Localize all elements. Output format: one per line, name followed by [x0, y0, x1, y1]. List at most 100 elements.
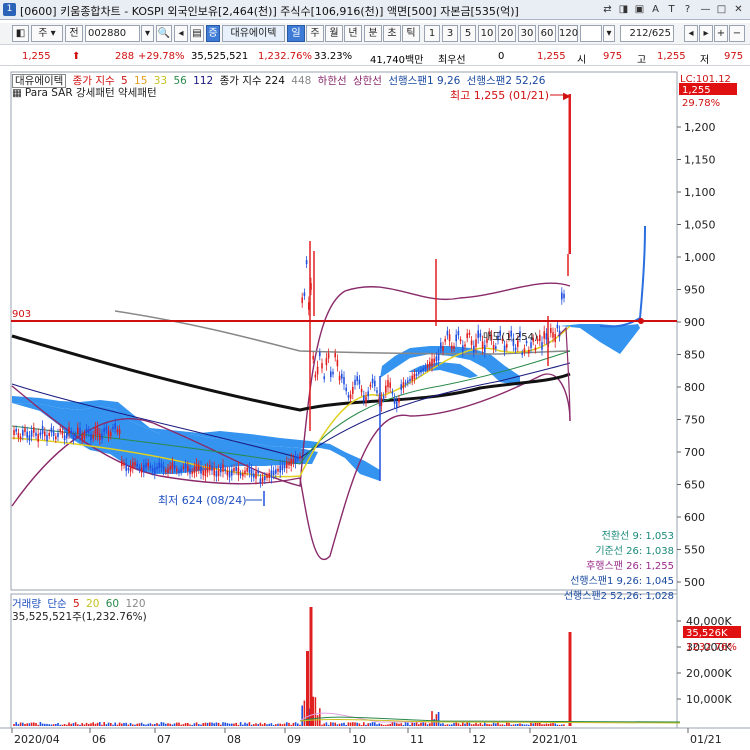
sound-icon[interactable]: ◂	[174, 25, 188, 42]
chart-icon[interactable]: ◨	[616, 2, 631, 17]
volume-bar	[206, 722, 209, 726]
candle-body	[264, 476, 266, 481]
y-tick-label: 900	[684, 316, 705, 329]
period-second[interactable]: 초	[383, 25, 401, 42]
volume-bar	[121, 723, 123, 726]
volume-bar	[354, 722, 356, 726]
candle-body	[94, 427, 97, 435]
volume-spike-bar	[309, 607, 313, 726]
minimize-icon[interactable]: —	[698, 2, 713, 17]
volume-bar	[314, 697, 317, 726]
volume-bar	[490, 724, 493, 726]
close-icon[interactable]: ✕	[731, 2, 746, 17]
font-icon[interactable]: A	[648, 2, 663, 17]
volume-bar	[242, 724, 244, 726]
legend-ma-56: 56	[173, 75, 187, 87]
volume-bar	[330, 722, 332, 726]
interval-1[interactable]: 1	[424, 25, 440, 42]
text-icon[interactable]: T	[664, 2, 679, 17]
candle-body	[46, 434, 48, 442]
window-icon[interactable]: ▣	[632, 2, 647, 17]
volume-bar	[398, 723, 400, 726]
volume-bar	[325, 722, 328, 726]
volume-bar	[160, 722, 163, 726]
interval-20[interactable]: 20	[498, 25, 516, 42]
candle-body	[178, 470, 180, 474]
stock-code-input[interactable]: 002880	[85, 25, 140, 42]
candle-body	[528, 350, 530, 354]
volume-bar	[391, 722, 394, 726]
mode-select[interactable]: 주 ▾	[31, 25, 63, 42]
candle-body	[239, 473, 242, 476]
interval-5[interactable]: 5	[460, 25, 476, 42]
volume-bar	[123, 722, 125, 726]
search-icon[interactable]: 🔍	[156, 25, 172, 42]
candle-body	[143, 464, 145, 472]
link-icon[interactable]: ⇄	[600, 2, 615, 17]
volume-bar	[154, 723, 156, 726]
candle-body	[470, 340, 473, 346]
candle-body	[213, 467, 215, 476]
volume-bar	[418, 724, 420, 726]
candle-body	[202, 470, 204, 476]
code-dropdown-icon[interactable]: ▾	[141, 25, 154, 42]
interval-30[interactable]: 30	[518, 25, 536, 42]
y-tick-label: 650	[684, 479, 705, 492]
volume-bar	[127, 724, 130, 726]
volume-bar	[66, 724, 68, 726]
period-week[interactable]: 주	[306, 25, 324, 42]
volume-bar	[426, 724, 429, 726]
volume-bar	[143, 724, 145, 726]
candle-body	[279, 465, 281, 473]
volume-bar	[244, 722, 246, 726]
period-day[interactable]: 일	[287, 25, 305, 42]
list-icon[interactable]: ▤	[190, 25, 204, 42]
volume-bar	[396, 723, 398, 726]
candle-body	[96, 427, 99, 435]
volume-bar	[158, 724, 160, 726]
candle-body	[55, 436, 57, 440]
volume-bar	[532, 723, 534, 726]
candle-body	[277, 468, 279, 472]
interval-3[interactable]: 3	[442, 25, 458, 42]
x-tick-label: 01/21	[690, 733, 722, 746]
zoom-in-icon[interactable]: +	[714, 25, 728, 42]
period-year[interactable]: 년	[344, 25, 362, 42]
volume-bar	[191, 724, 193, 726]
prev-button[interactable]: 전	[65, 25, 83, 42]
interval-10[interactable]: 10	[478, 25, 496, 42]
interval-dropdown-icon[interactable]: ▾	[603, 25, 615, 42]
zoom-out-icon[interactable]: −	[729, 25, 745, 42]
volume-bar	[217, 722, 220, 726]
volume-bar	[299, 724, 301, 726]
y-tick-label: 750	[684, 414, 705, 427]
candle-body	[286, 461, 288, 469]
candle-body	[68, 427, 70, 434]
period-month[interactable]: 월	[325, 25, 343, 42]
period-tick[interactable]: 틱	[402, 25, 420, 42]
layout-icon[interactable]: ◧	[12, 25, 29, 42]
candle-body	[561, 292, 563, 300]
interval-60[interactable]: 60	[538, 25, 556, 42]
maximize-icon[interactable]: □	[714, 2, 729, 17]
chart-area[interactable]: 1,200 1,150 1,100 1,050 1,000 950 900 850 800 750…	[0, 66, 750, 750]
volume-bar	[149, 723, 152, 726]
candle-body	[57, 432, 59, 438]
period-minute[interactable]: 분	[364, 25, 382, 42]
scroll-right-icon[interactable]: ▸	[699, 25, 713, 42]
volume-bar	[484, 722, 486, 726]
candle-body	[466, 333, 468, 339]
candle-body	[495, 346, 497, 349]
candle-body	[215, 470, 218, 477]
page-counter: 212/625	[620, 25, 674, 42]
interval-120[interactable]: 120	[558, 25, 578, 42]
chart-canvas[interactable]: 1,200 1,150 1,100 1,050 1,000 950 900 850 800 750…	[0, 66, 750, 750]
candle-body	[28, 435, 31, 441]
scroll-left-icon[interactable]: ◂	[684, 25, 698, 42]
interval-input[interactable]	[580, 25, 602, 42]
help-icon[interactable]: ?	[680, 2, 695, 17]
candle-body	[325, 358, 328, 366]
candle-body	[396, 401, 398, 408]
volume-bar	[327, 724, 330, 726]
volume-bar	[437, 711, 440, 726]
